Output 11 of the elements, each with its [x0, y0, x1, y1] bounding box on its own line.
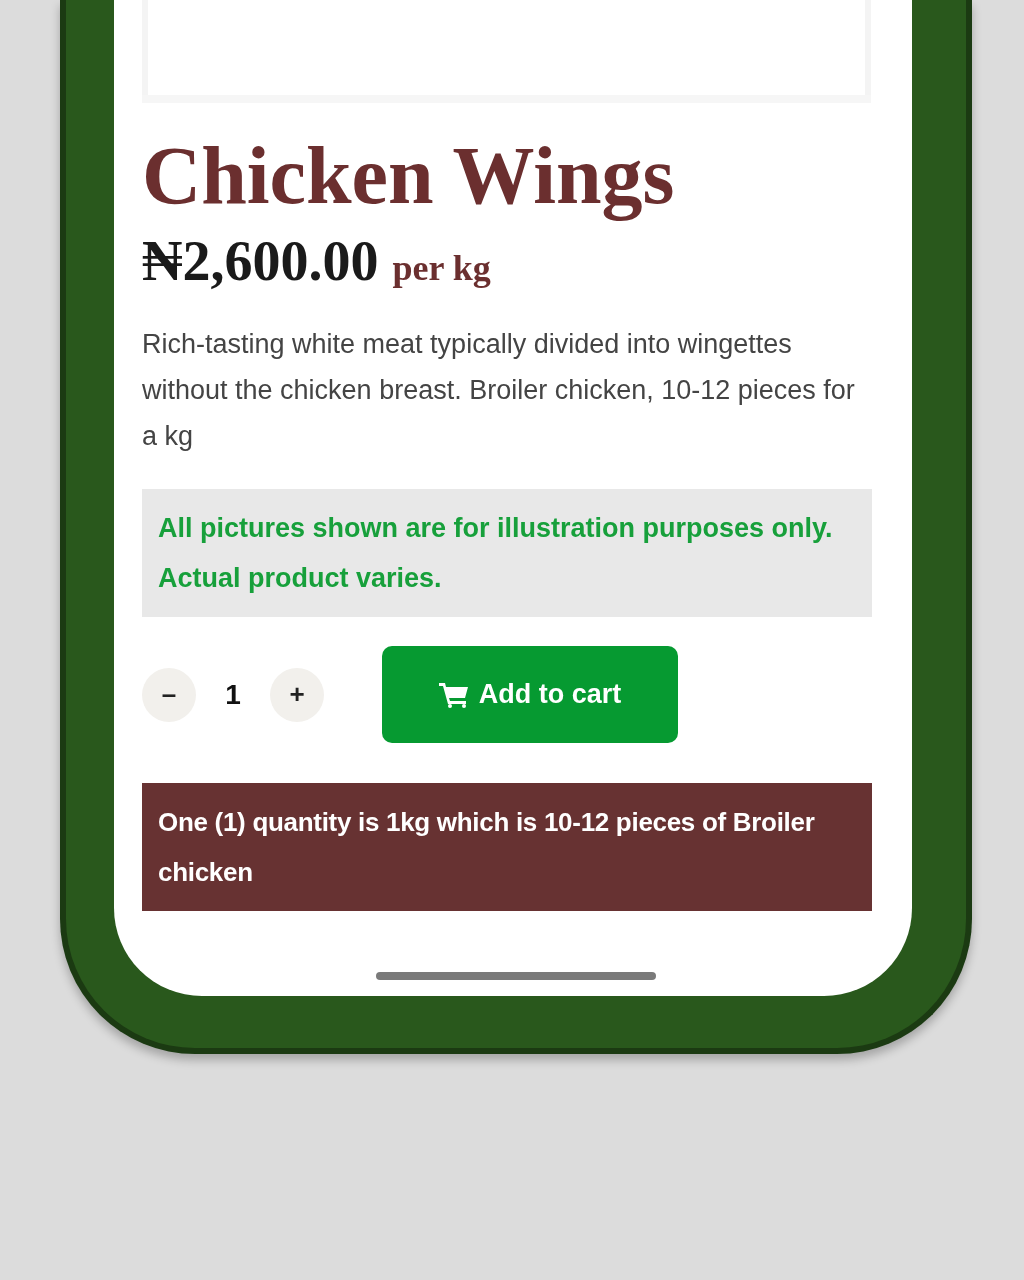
cart-icon — [438, 681, 469, 708]
increment-button[interactable]: + — [270, 667, 324, 722]
product-price: ₦2,600.00 — [142, 229, 379, 293]
quantity-note: One (1) quantity is 1kg which is 10-12 pieces of Broiler chicken — [142, 783, 872, 911]
product-title: Chicken Wings — [142, 131, 676, 221]
add-to-cart-button[interactable]: Add to cart — [382, 646, 678, 743]
decrement-button[interactable]: – — [142, 667, 196, 722]
quantity-value: 1 — [224, 678, 242, 711]
price-unit: per kg — [392, 247, 491, 289]
illustration-notice: All pictures shown are for illustration purposes only. Actual product varies. — [142, 489, 872, 617]
product-description: Rich-tasting white meat typically divided into wingettes without the chicken breast. Broiler chicken, 10-12 pieces for a kg — [142, 328, 856, 453]
